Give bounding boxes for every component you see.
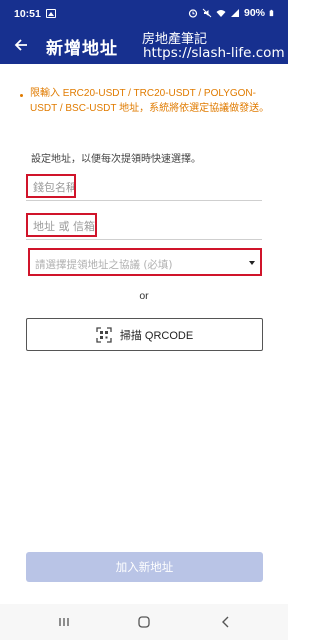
protocol-placeholder: 請選擇提領地址之協議 (必填) <box>35 259 173 271</box>
status-icons: 90% <box>188 7 276 19</box>
mute-icon <box>202 8 212 18</box>
or-divider: or <box>139 290 149 302</box>
status-bar: 10:51 90% <box>0 0 288 28</box>
dropdown-caret-icon <box>249 261 255 265</box>
back-arrow-icon[interactable] <box>9 33 33 57</box>
battery-icon <box>269 9 274 17</box>
wifi-icon <box>216 10 226 17</box>
address-input[interactable] <box>28 216 95 237</box>
protocol-select[interactable]: 請選擇提領地址之協議 (必填) <box>28 248 262 276</box>
recent-apps-icon[interactable] <box>52 612 76 632</box>
wallet-name-input[interactable] <box>28 177 74 198</box>
status-time: 10:51 <box>14 8 41 20</box>
app-bar: 新增地址 房地產筆記 https://slash-life.com <box>0 28 288 64</box>
wallet-name-field[interactable] <box>26 174 76 198</box>
scan-qrcode-label: 掃描 QRCODE <box>119 329 194 342</box>
address-field[interactable] <box>26 213 97 237</box>
qr-scan-icon <box>96 326 112 343</box>
home-icon[interactable] <box>132 612 156 632</box>
usdt-notice: 限輸入 ERC20-USDT / TRC20-USDT / POLYGON-US… <box>30 88 270 114</box>
back-nav-icon[interactable] <box>214 612 238 632</box>
scan-qrcode-button[interactable]: 掃描 QRCODE <box>26 318 263 351</box>
address-underline <box>26 239 262 240</box>
gallery-notification-icon <box>46 9 56 18</box>
watermark-url: https://slash-life.com <box>143 45 285 61</box>
form-hint: 設定地址，以便每次提領時快速選擇。 <box>31 154 201 165</box>
system-nav-bar <box>0 604 288 640</box>
alarm-icon <box>188 9 198 18</box>
battery-percent: 90% <box>243 7 265 19</box>
add-address-button[interactable]: 加入新地址 <box>26 552 263 582</box>
signal-icon <box>230 9 239 17</box>
notice-bullet <box>20 94 23 97</box>
page-title: 新增地址 <box>46 39 118 59</box>
wallet-name-underline <box>26 200 262 201</box>
